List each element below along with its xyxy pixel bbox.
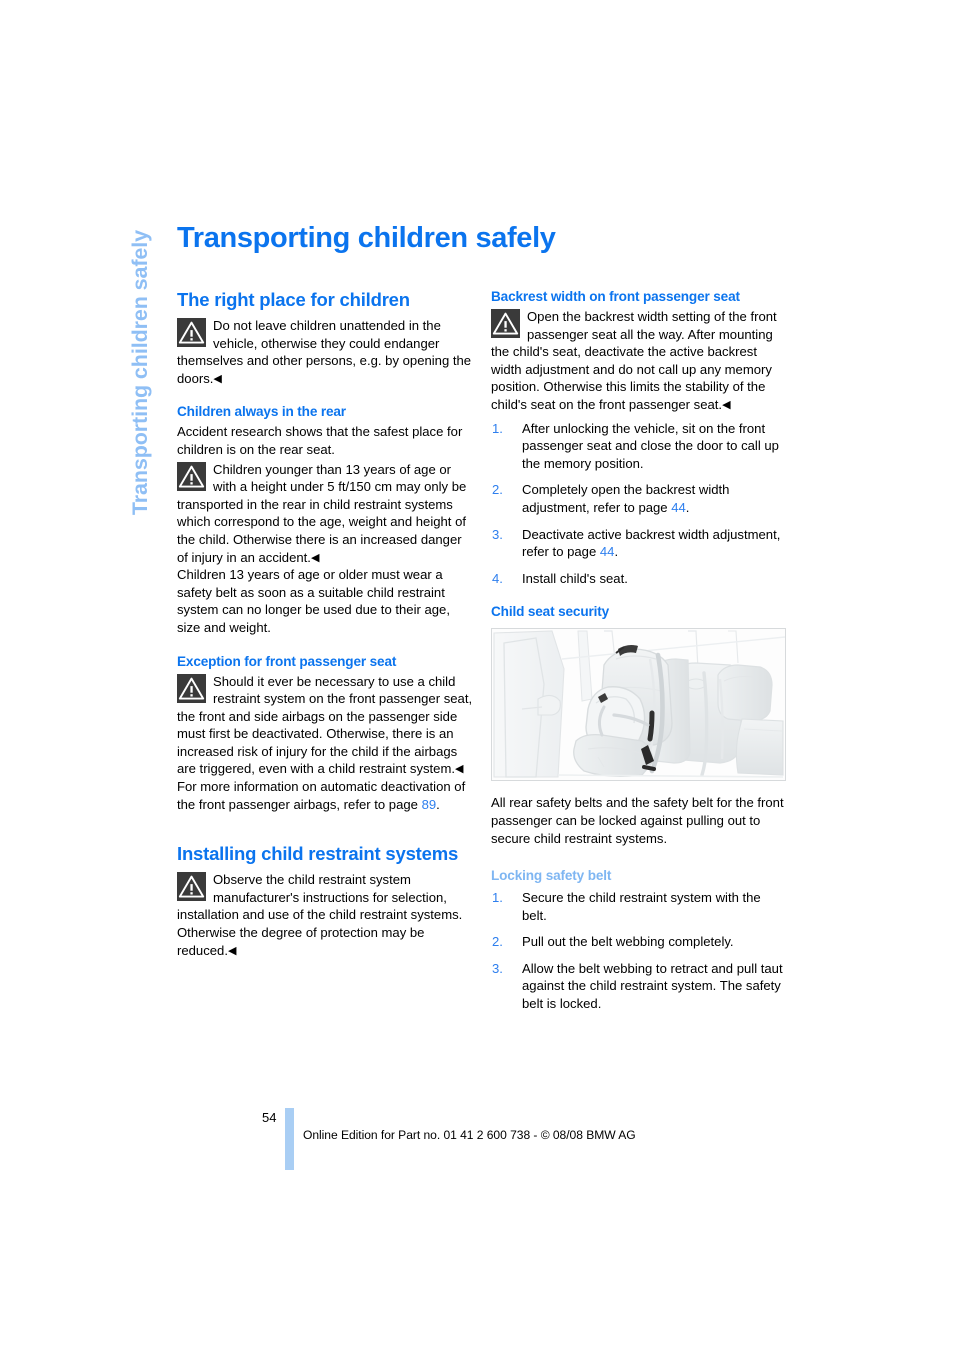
figure-credit: MSA0177_VC03 [784, 663, 785, 707]
warning-triangle-icon [177, 461, 206, 491]
step-text: Allow the belt webbing to retract and pu… [522, 960, 783, 1012]
backrest-width-steps: After unlocking the vehicle, sit on the … [491, 420, 788, 588]
warning-front-passenger-airbags: Should it ever be necessary to use a chi… [177, 673, 474, 779]
subheading-children-always-rear: Children always in the rear [177, 404, 346, 420]
page-title: Transporting children safely [177, 222, 556, 254]
subheading-backrest-width: Backrest width on front passenger seat [491, 289, 740, 304]
step-text: Deactivate active backrest width adjustm… [522, 526, 781, 560]
end-of-warning-mark: ◀ [310, 551, 320, 564]
left-column: The right place for children Do not leav… [177, 288, 474, 959]
footer-accent-bar [285, 1108, 294, 1170]
warning-children-under-13: Children younger than 13 years of age or… [177, 461, 474, 567]
figure-child-seat-in-vehicle: MSA0177_VC03 [491, 628, 786, 782]
warning-observe-manufacturer-instructions-text: Observe the child restraint system manuf… [177, 872, 463, 958]
end-of-warning-mark: ◀ [455, 763, 464, 776]
paragraph-automatic-deactivation-suffix: . [436, 796, 440, 812]
warning-backrest-width-text: Open the backrest width setting of the f… [491, 309, 777, 412]
step-text: Completely open the backrest width adjus… [522, 482, 730, 515]
end-of-warning-mark: ◀ [213, 372, 222, 385]
section-heading-installing-child-restraint: Installing child restraint systems [177, 843, 459, 865]
list-item: Completely open the backrest width adjus… [491, 481, 788, 516]
list-item: After unlocking the vehicle, sit on the … [491, 420, 788, 473]
page-reference-44[interactable]: 44 [671, 500, 686, 515]
warning-unattended-children: Do not leave children unattended in the … [177, 317, 474, 387]
manual-page: Transporting children safely Transportin… [0, 0, 954, 1350]
list-item: Pull out the belt webbing completely. [491, 933, 788, 951]
page-number: 54 [262, 1110, 277, 1125]
section-heading-right-place: The right place for children [177, 289, 410, 310]
subheading-exception-front-passenger: Exception for front passenger seat [177, 653, 397, 669]
subheading-locking-safety-belt: Locking safety belt [491, 868, 612, 884]
locking-safety-belt-steps: Secure the child restraint system with t… [491, 889, 788, 1013]
list-item: Deactivate active backrest width adjustm… [491, 526, 788, 561]
paragraph-accident-research: Accident research shows that the safest … [177, 424, 463, 457]
warning-backrest-width: Open the backrest width setting of the f… [491, 308, 788, 414]
end-of-warning-mark: ◀ [227, 944, 237, 957]
footer-edition-note: Online Edition for Part no. 01 41 2 600 … [303, 1128, 636, 1142]
right-column: Backrest width on front passenger seat O… [491, 288, 788, 1013]
warning-observe-manufacturer-instructions: Observe the child restraint system manuf… [177, 871, 474, 959]
step-text: Secure the child restraint system with t… [522, 890, 761, 923]
paragraph-children-13-or-older: Children 13 years of age or older must w… [177, 567, 450, 635]
page-reference-89[interactable]: 89 [422, 797, 437, 812]
end-of-warning-mark: ◀ [722, 398, 731, 411]
paragraph-rear-safety-belts: All rear safety belts and the safety bel… [491, 795, 784, 846]
paragraph-automatic-deactivation: For more information on automatic deacti… [177, 778, 474, 813]
step-text: Pull out the belt webbing completely. [522, 934, 734, 950]
list-item: Secure the child restraint system with t… [491, 889, 788, 924]
list-item: Install child's seat. [491, 570, 788, 588]
step-text-suffix: . [614, 544, 619, 560]
page-reference-44[interactable]: 44 [600, 544, 615, 559]
list-item: Allow the belt webbing to retract and pu… [491, 960, 788, 1013]
subheading-child-seat-security: Child seat security [491, 604, 610, 620]
step-text-suffix: . [685, 499, 690, 515]
child-seat-illustration [492, 629, 785, 781]
warning-triangle-icon [491, 309, 520, 338]
warning-children-under-13-text: Children younger than 13 years of age or… [177, 461, 467, 565]
step-text: Install child's seat. [522, 570, 628, 586]
warning-triangle-icon [177, 673, 206, 703]
step-text: After unlocking the vehicle, sit on the … [522, 420, 779, 471]
warning-front-passenger-airbags-text: Should it ever be necessary to use a chi… [177, 673, 473, 777]
running-head: Transporting children safely [0, 0, 152, 1350]
warning-triangle-icon [177, 318, 206, 347]
running-head-text: Transporting children safely [128, 230, 152, 516]
warning-triangle-icon [177, 872, 206, 902]
